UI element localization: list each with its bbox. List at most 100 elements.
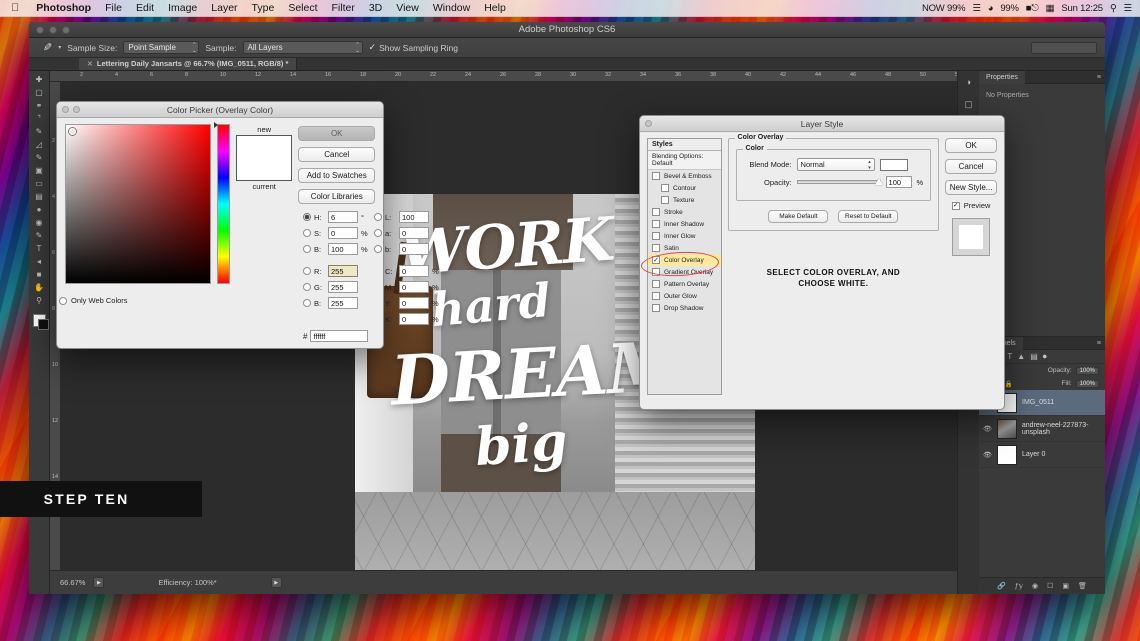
green-input[interactable]: 255 [328, 281, 358, 293]
magenta-row[interactable]: M: 0 % [374, 279, 439, 295]
magenta-input[interactable]: 0 [399, 281, 429, 293]
lab-b-input[interactable]: 0 [399, 243, 429, 255]
show-sampling-ring-checkbox[interactable]: ✓ Show Sampling Ring [369, 42, 458, 53]
color-picker-ok-button[interactable]: OK [298, 126, 375, 141]
display-icon[interactable]: ▦ [1046, 0, 1055, 17]
hex-input[interactable]: ffffff [310, 330, 369, 342]
activity-monitor-icon[interactable]: NOW 99% [922, 0, 966, 17]
layer-visibility-icon[interactable]: 👁 [983, 425, 992, 433]
fill-value[interactable]: 100% [1075, 379, 1099, 388]
style-checkbox[interactable] [652, 232, 660, 240]
style-item-pattern-overlay[interactable]: Pattern Overlay [648, 278, 721, 290]
layer-visibility-icon[interactable]: 👁 [983, 451, 992, 459]
close-window-button[interactable] [36, 25, 44, 34]
style-item-contour[interactable]: Contour [648, 182, 721, 194]
style-item-inner-glow[interactable]: Inner Glow [648, 230, 721, 242]
preview-checkbox[interactable]: ✓ Preview [945, 201, 997, 210]
style-checkbox[interactable] [652, 292, 660, 300]
tool-preset-chevron-icon[interactable]: ▾ [58, 44, 61, 51]
status-left-arrow-icon[interactable]: ▶ [93, 577, 105, 588]
layer-thumbnail[interactable] [996, 418, 1017, 439]
menu-item-3d[interactable]: 3D [362, 0, 389, 17]
reset-to-default-button[interactable]: Reset to Default [838, 210, 899, 223]
style-checkbox[interactable] [652, 268, 660, 276]
foreground-background-swatch[interactable] [32, 314, 49, 330]
color-field-marker[interactable] [69, 128, 76, 135]
green-row[interactable]: G: 255 [303, 279, 368, 295]
zoom-window-button[interactable] [62, 25, 70, 34]
green-radio[interactable] [303, 283, 311, 291]
link-layers-icon[interactable]: 🔗 [997, 582, 1006, 590]
new-layer-icon[interactable]: ▣ [1062, 582, 1069, 590]
cyan-input[interactable]: 0 [399, 265, 429, 277]
saturation-radio[interactable] [303, 229, 311, 237]
style-item-color-overlay[interactable]: ✓ Color Overlay [648, 254, 721, 266]
saturation-row[interactable]: S: 0 % [303, 225, 368, 241]
zoom-tool-icon[interactable]: ⚲ [36, 296, 42, 305]
style-checkbox[interactable] [652, 280, 660, 288]
opacity-slider[interactable] [796, 178, 883, 185]
menu-item-layer[interactable]: Layer [204, 0, 244, 17]
smart-object-filter-icon[interactable]: ▤ [1030, 352, 1038, 361]
tab-properties[interactable]: Properties [979, 70, 1025, 84]
panel-menu-icon[interactable]: ≡ [1097, 74, 1105, 81]
menu-item-photoshop[interactable]: Photoshop [29, 0, 98, 17]
eraser-tool-icon[interactable]: ▭ [35, 179, 43, 188]
shape-filter-icon[interactable]: ▲ [1017, 352, 1025, 361]
style-checkbox[interactable] [652, 220, 660, 228]
style-checkbox[interactable] [661, 196, 669, 204]
adjustments-panel-icon[interactable]: ◑ [966, 77, 971, 87]
layer-row-layer-0[interactable]: 👁 Layer 0 [979, 442, 1105, 468]
brightness-row[interactable]: B: 100 % [303, 241, 368, 257]
style-checkbox[interactable] [652, 304, 660, 312]
menu-item-select[interactable]: Select [281, 0, 324, 17]
lab-a-radio[interactable] [374, 229, 382, 237]
delete-layer-icon[interactable]: 🗑 [1078, 582, 1087, 590]
filter-toggle-icon[interactable]: ⏺ [1043, 352, 1047, 362]
layer-style-ok-button[interactable]: OK [945, 138, 997, 153]
menu-item-help[interactable]: Help [477, 0, 513, 17]
layer-style-title-bar[interactable]: Layer Style [640, 116, 1004, 132]
opacity-value[interactable]: 100% [1075, 366, 1099, 375]
red-input[interactable]: 255 [328, 265, 358, 277]
lab-b-radio[interactable] [374, 245, 382, 253]
add-mask-icon[interactable]: ◉ [1032, 582, 1038, 590]
lab-a-input[interactable]: 0 [399, 227, 429, 239]
marquee-tool-icon[interactable]: ▢ [35, 88, 43, 97]
gradient-tool-icon[interactable]: ▤ [35, 192, 43, 201]
blue-input[interactable]: 255 [328, 297, 358, 309]
layer-style-window-controls[interactable] [645, 120, 652, 127]
style-checkbox[interactable] [661, 184, 669, 192]
add-style-icon[interactable]: ƒ𝕪 [1015, 582, 1023, 590]
shape-tool-icon[interactable]: ■ [37, 270, 42, 279]
preview-checkbox-box[interactable]: ✓ [951, 201, 960, 210]
document-tab[interactable]: ✕ Lettering Daily Jansarts @ 66.7% (IMG_… [79, 57, 298, 70]
opacity-input[interactable]: 100 [885, 176, 912, 188]
dodge-tool-icon[interactable]: ◉ [36, 218, 43, 227]
lab-l-row[interactable]: L: 100 [374, 209, 439, 225]
lock-icon[interactable]: 🔒 [1005, 380, 1013, 388]
brightness-radio[interactable] [303, 245, 311, 253]
layer-style-cancel-button[interactable]: Cancel [945, 159, 997, 174]
wifi-icon[interactable]: ◕ [988, 0, 994, 17]
control-center-icon[interactable]: ☰ [1124, 0, 1133, 17]
blur-tool-icon[interactable]: ● [37, 205, 42, 214]
hue-input[interactable]: 6 [328, 211, 358, 223]
new-style-button[interactable]: New Style... [945, 180, 997, 195]
hand-tool-icon[interactable]: ✋ [34, 283, 44, 292]
blending-options-item[interactable]: Blending Options: Default [648, 151, 721, 170]
style-item-texture[interactable]: Texture [648, 194, 721, 206]
minimize-window-button[interactable] [49, 25, 57, 34]
style-item-stroke[interactable]: Stroke [648, 206, 721, 218]
input-source-icon[interactable]: ☰ [972, 0, 981, 17]
move-tool-icon[interactable]: ✚ [36, 75, 43, 84]
type-filter-icon[interactable]: T [1007, 352, 1012, 361]
menu-item-view[interactable]: View [389, 0, 426, 17]
color-field[interactable] [65, 124, 211, 284]
new-group-icon[interactable]: ☐ [1047, 582, 1053, 590]
hue-slider-marker[interactable] [214, 122, 218, 128]
close-window-button[interactable] [62, 106, 69, 113]
healing-brush-icon[interactable]: ◿ [36, 140, 42, 149]
type-tool-icon[interactable]: T [37, 244, 42, 253]
yellow-row[interactable]: Y: 0 % [374, 295, 439, 311]
